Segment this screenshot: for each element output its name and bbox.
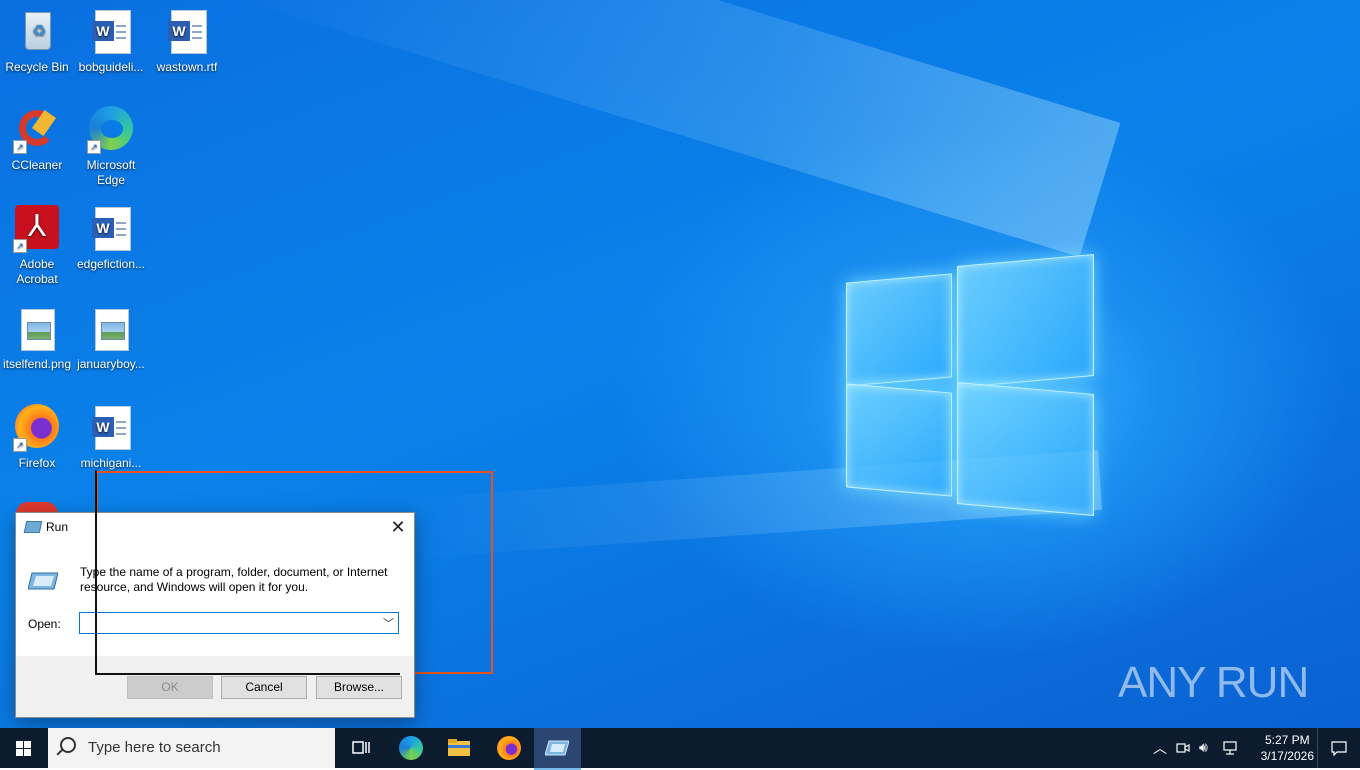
run-program-icon: [28, 572, 58, 590]
edge-icon: ↗: [87, 106, 135, 154]
taskbar-clock[interactable]: 5:27 PM 3/17/2026: [1261, 732, 1314, 764]
start-button[interactable]: [0, 728, 48, 768]
desktop-icon-bobguideli[interactable]: W bobguideli...: [74, 8, 148, 75]
desktop-icon-ccleaner[interactable]: ↗ CCleaner: [0, 106, 74, 173]
desktop-icon-itselfend[interactable]: itselfend.png: [0, 305, 74, 372]
task-view-button[interactable]: [338, 728, 384, 768]
folder-icon: [448, 739, 470, 756]
run-dialog-title: Run: [46, 520, 69, 534]
anyrun-watermark: ANY RUN: [1118, 658, 1309, 707]
image-file-icon: [13, 305, 61, 353]
search-placeholder: Type here to search: [88, 739, 221, 756]
browse-button[interactable]: Browse...: [316, 676, 402, 699]
clock-date: 3/17/2026: [1260, 749, 1314, 763]
taskbar-run[interactable]: [534, 728, 581, 770]
adobe-acrobat-icon: ⅄ ↗: [13, 205, 61, 253]
recycle-bin-icon: ♻: [13, 8, 61, 56]
network-icon: [1223, 741, 1237, 755]
word-document-icon: W: [163, 8, 211, 56]
firefox-icon: ↗: [13, 404, 61, 452]
image-file-icon: [87, 305, 135, 353]
desktop-icon-adobe-acrobat[interactable]: ⅄ ↗ Adobe Acrobat: [0, 205, 74, 287]
notification-center-button[interactable]: [1317, 728, 1360, 768]
clock-time: 5:27 PM: [1264, 733, 1310, 747]
selection-rectangle-black: [95, 470, 400, 675]
camera-icon: [1176, 743, 1190, 753]
chevron-up-icon: ︿: [1153, 740, 1167, 756]
notification-icon: [1331, 741, 1347, 756]
desktop-icon-januaryboy[interactable]: januaryboy...: [74, 305, 148, 372]
desktop-icon-wastown[interactable]: W wastown.rtf: [150, 8, 224, 75]
windows-logo-wallpaper: [846, 254, 1094, 516]
word-document-icon: W: [87, 8, 135, 56]
show-hidden-icons-button[interactable]: ︿: [1148, 728, 1170, 768]
taskbar: Type here to search ︿ 🔊︎ 5:27 PM 3/17/20…: [0, 728, 1360, 770]
run-title-icon: [23, 521, 43, 533]
taskbar-firefox[interactable]: [486, 728, 532, 768]
taskbar-search[interactable]: Type here to search: [48, 728, 335, 768]
open-label: Open:: [28, 617, 61, 631]
run-icon: [545, 740, 569, 756]
ok-button[interactable]: OK: [127, 676, 213, 699]
search-icon: [60, 737, 76, 753]
taskbar-file-explorer[interactable]: [436, 728, 482, 768]
tray-volume[interactable]: 🔊︎: [1196, 728, 1218, 768]
word-document-icon: W: [87, 205, 135, 253]
desktop-icon-microsoft-edge[interactable]: ↗ Microsoft Edge: [74, 106, 148, 188]
cancel-button[interactable]: Cancel: [221, 676, 307, 699]
desktop-icon-edgefiction[interactable]: W edgefiction...: [74, 205, 148, 272]
desktop-icon-recycle-bin[interactable]: ♻ Recycle Bin: [0, 8, 74, 75]
wallpaper-beam: [218, 0, 1121, 257]
tray-meet-now[interactable]: [1172, 728, 1194, 768]
desktop-icon-michigani[interactable]: W michigani...: [74, 404, 148, 471]
edge-icon: [399, 736, 423, 760]
taskbar-edge[interactable]: [388, 728, 434, 768]
firefox-icon: [497, 736, 521, 760]
ccleaner-icon: ↗: [13, 106, 61, 154]
tray-network[interactable]: [1220, 728, 1242, 768]
desktop-icon-firefox[interactable]: ↗ Firefox: [0, 404, 74, 471]
speaker-icon: 🔊︎: [1199, 739, 1208, 755]
word-document-icon: W: [87, 404, 135, 452]
task-view-icon: [352, 741, 370, 754]
